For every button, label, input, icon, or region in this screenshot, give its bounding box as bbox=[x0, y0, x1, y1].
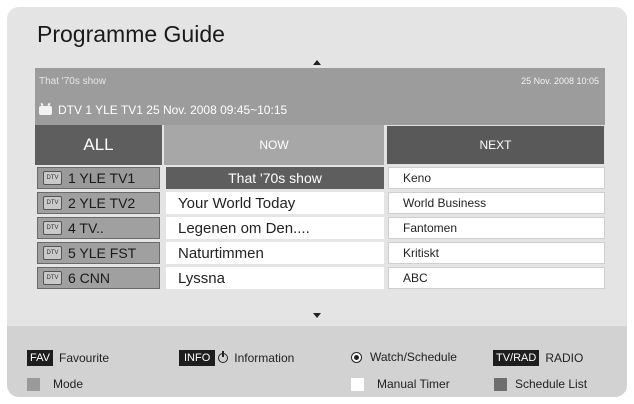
power-icon bbox=[218, 351, 229, 363]
mode-legend[interactable]: Mode bbox=[27, 377, 83, 391]
table-row[interactable]: DTV 1 YLE TV1 That '70s show Keno bbox=[35, 166, 605, 190]
next-programme-cell[interactable]: Keno bbox=[388, 167, 605, 189]
channel-cell[interactable]: DTV 6 CNN bbox=[37, 267, 160, 289]
next-programme-cell[interactable]: Kritiskt bbox=[388, 242, 605, 264]
now-programme-cell[interactable]: That '70s show bbox=[166, 167, 384, 189]
selected-channel-info: DTV 1 YLE TV1 25 Nov. 2008 09:45~10:15 bbox=[39, 103, 287, 117]
channel-name: 2 YLE TV2 bbox=[68, 195, 136, 211]
next-programme-cell[interactable]: World Business bbox=[388, 192, 605, 214]
information-label: Information bbox=[234, 351, 295, 365]
favourite-legend[interactable]: FAV Favourite bbox=[27, 350, 109, 366]
tvrad-key-icon: TV/RAD bbox=[493, 350, 540, 366]
dtv-badge-icon: DTV bbox=[43, 271, 62, 285]
selected-show-title: That '70s show bbox=[39, 76, 106, 87]
channel-name: 5 YLE FST bbox=[68, 245, 137, 261]
channel-line-text: DTV 1 YLE TV1 25 Nov. 2008 09:45~10:15 bbox=[58, 103, 288, 117]
button-legend-footer: FAV Favourite INFO Information Watch/Sch… bbox=[7, 326, 627, 397]
programme-guide-screen: Programme Guide That '70s show 25 Nov. 2… bbox=[7, 7, 627, 397]
manual-timer-label: Manual Timer bbox=[377, 377, 450, 391]
table-row[interactable]: DTV 5 YLE FST Naturtimmen Kritiskt bbox=[35, 241, 605, 265]
page-title: Programme Guide bbox=[37, 21, 225, 47]
programme-info-bar: That '70s show 25 Nov. 2008 10:05 DTV 1 … bbox=[35, 68, 605, 125]
grey-button-icon bbox=[27, 377, 40, 391]
now-programme-cell[interactable]: Your World Today bbox=[166, 192, 384, 214]
white-button-icon bbox=[351, 377, 364, 391]
watch-schedule-label: Watch/Schedule bbox=[370, 350, 457, 364]
now-programme-cell[interactable]: Legenen om Den.... bbox=[166, 217, 384, 239]
information-legend[interactable]: INFO Information bbox=[179, 350, 294, 366]
channel-cell[interactable]: DTV 1 YLE TV1 bbox=[37, 167, 160, 189]
table-row[interactable]: DTV 2 YLE TV2 Your World Today World Busi… bbox=[35, 191, 605, 215]
watch-schedule-legend[interactable]: Watch/Schedule bbox=[351, 350, 457, 364]
column-header-now[interactable]: NOW bbox=[164, 125, 384, 165]
next-programme-cell[interactable]: Fantomen bbox=[388, 217, 605, 239]
dtv-badge-icon: DTV bbox=[43, 196, 62, 210]
table-row[interactable]: DTV 6 CNN Lyssna ABC bbox=[35, 266, 605, 290]
current-datetime: 25 Nov. 2008 10:05 bbox=[521, 76, 599, 86]
channel-cell[interactable]: DTV 2 YLE TV2 bbox=[37, 192, 160, 214]
info-key-icon: INFO bbox=[179, 350, 216, 366]
now-programme-cell[interactable]: Lyssna bbox=[166, 267, 384, 289]
channel-cell[interactable]: DTV 4 TV.. bbox=[37, 217, 160, 239]
mode-label: Mode bbox=[53, 377, 84, 391]
column-header-next[interactable]: NEXT bbox=[386, 125, 605, 165]
schedule-list-legend[interactable]: Schedule List bbox=[494, 377, 587, 391]
tab-all[interactable]: ALL bbox=[35, 125, 162, 165]
dark-button-icon bbox=[494, 377, 507, 391]
favourite-label: Favourite bbox=[58, 351, 110, 365]
tv-radio-legend[interactable]: TV/RAD RADIO bbox=[493, 350, 583, 366]
channel-name: 1 YLE TV1 bbox=[68, 170, 136, 186]
radio-label: RADIO bbox=[545, 351, 584, 365]
schedule-list-label: Schedule List bbox=[515, 377, 588, 391]
dtv-badge-icon: DTV bbox=[43, 246, 62, 260]
table-row[interactable]: DTV 4 TV.. Legenen om Den.... Fantomen bbox=[35, 216, 605, 240]
fav-key-icon: FAV bbox=[27, 350, 53, 366]
channel-name: 6 CNN bbox=[68, 270, 111, 286]
dtv-badge-icon: DTV bbox=[43, 221, 62, 235]
now-programme-cell[interactable]: Naturtimmen bbox=[166, 242, 384, 264]
scroll-down-arrow-icon[interactable] bbox=[313, 313, 321, 318]
tv-icon bbox=[39, 105, 52, 115]
dtv-badge-icon: DTV bbox=[43, 171, 62, 185]
ok-button-icon bbox=[351, 351, 362, 363]
channel-cell[interactable]: DTV 5 YLE FST bbox=[37, 242, 160, 264]
scroll-up-arrow-icon[interactable] bbox=[313, 60, 321, 65]
next-programme-cell[interactable]: ABC bbox=[388, 267, 605, 289]
channel-name: 4 TV.. bbox=[68, 220, 104, 236]
manual-timer-legend[interactable]: Manual Timer bbox=[351, 377, 450, 391]
